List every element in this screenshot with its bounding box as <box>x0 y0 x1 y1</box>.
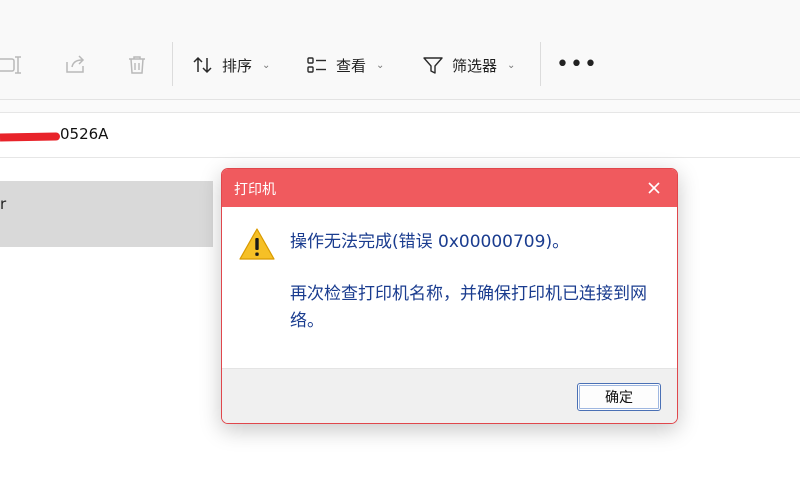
selected-list-item[interactable]: r <box>0 181 213 247</box>
sort-icon <box>193 56 212 74</box>
chevron-down-icon: ⌄ <box>262 59 271 71</box>
warning-icon <box>239 228 275 260</box>
list-item-label: r <box>0 195 7 213</box>
toolbar-divider <box>540 42 541 86</box>
chevron-down-icon: ⌄ <box>376 59 385 71</box>
close-button[interactable] <box>639 173 669 203</box>
filter-label: 筛选器 <box>452 56 498 75</box>
dialog-title-bar: 打印机 <box>222 169 677 207</box>
dialog-footer: 确定 <box>222 368 677 423</box>
sort-button[interactable]: 排序 ⌄ <box>192 50 270 80</box>
sort-label: 排序 <box>222 56 253 75</box>
view-icon <box>307 57 326 73</box>
dialog-title: 打印机 <box>234 182 276 198</box>
filter-button[interactable]: 筛选器 ⌄ <box>422 50 515 80</box>
error-message: 操作无法完成(错误 0x00000709)。 <box>290 232 570 252</box>
redaction-mark <box>0 132 61 142</box>
address-path: 0526A <box>60 125 109 143</box>
address-bar[interactable]: 0526A <box>0 112 800 158</box>
command-bar: 排序 ⌄ 查看 ⌄ 筛选器 ⌄ ••• <box>0 0 800 100</box>
trash-icon[interactable] <box>124 52 150 78</box>
share-icon[interactable] <box>62 52 88 78</box>
ok-button[interactable]: 确定 <box>577 383 661 411</box>
chevron-down-icon: ⌄ <box>507 59 516 71</box>
view-label: 查看 <box>336 56 367 75</box>
close-icon <box>648 182 660 194</box>
toolbar-divider <box>172 42 173 86</box>
error-hint: 再次检查打印机名称，并确保打印机已连接到网络。 <box>290 284 647 331</box>
filter-icon <box>423 57 443 74</box>
printer-error-dialog: 打印机 操作无法完成(错误 0x00000709)。 再次检查打印机名称，并确保… <box>221 168 678 424</box>
more-options-icon[interactable]: ••• <box>556 50 598 80</box>
view-button[interactable]: 查看 ⌄ <box>306 50 384 80</box>
rename-icon[interactable] <box>0 52 26 78</box>
